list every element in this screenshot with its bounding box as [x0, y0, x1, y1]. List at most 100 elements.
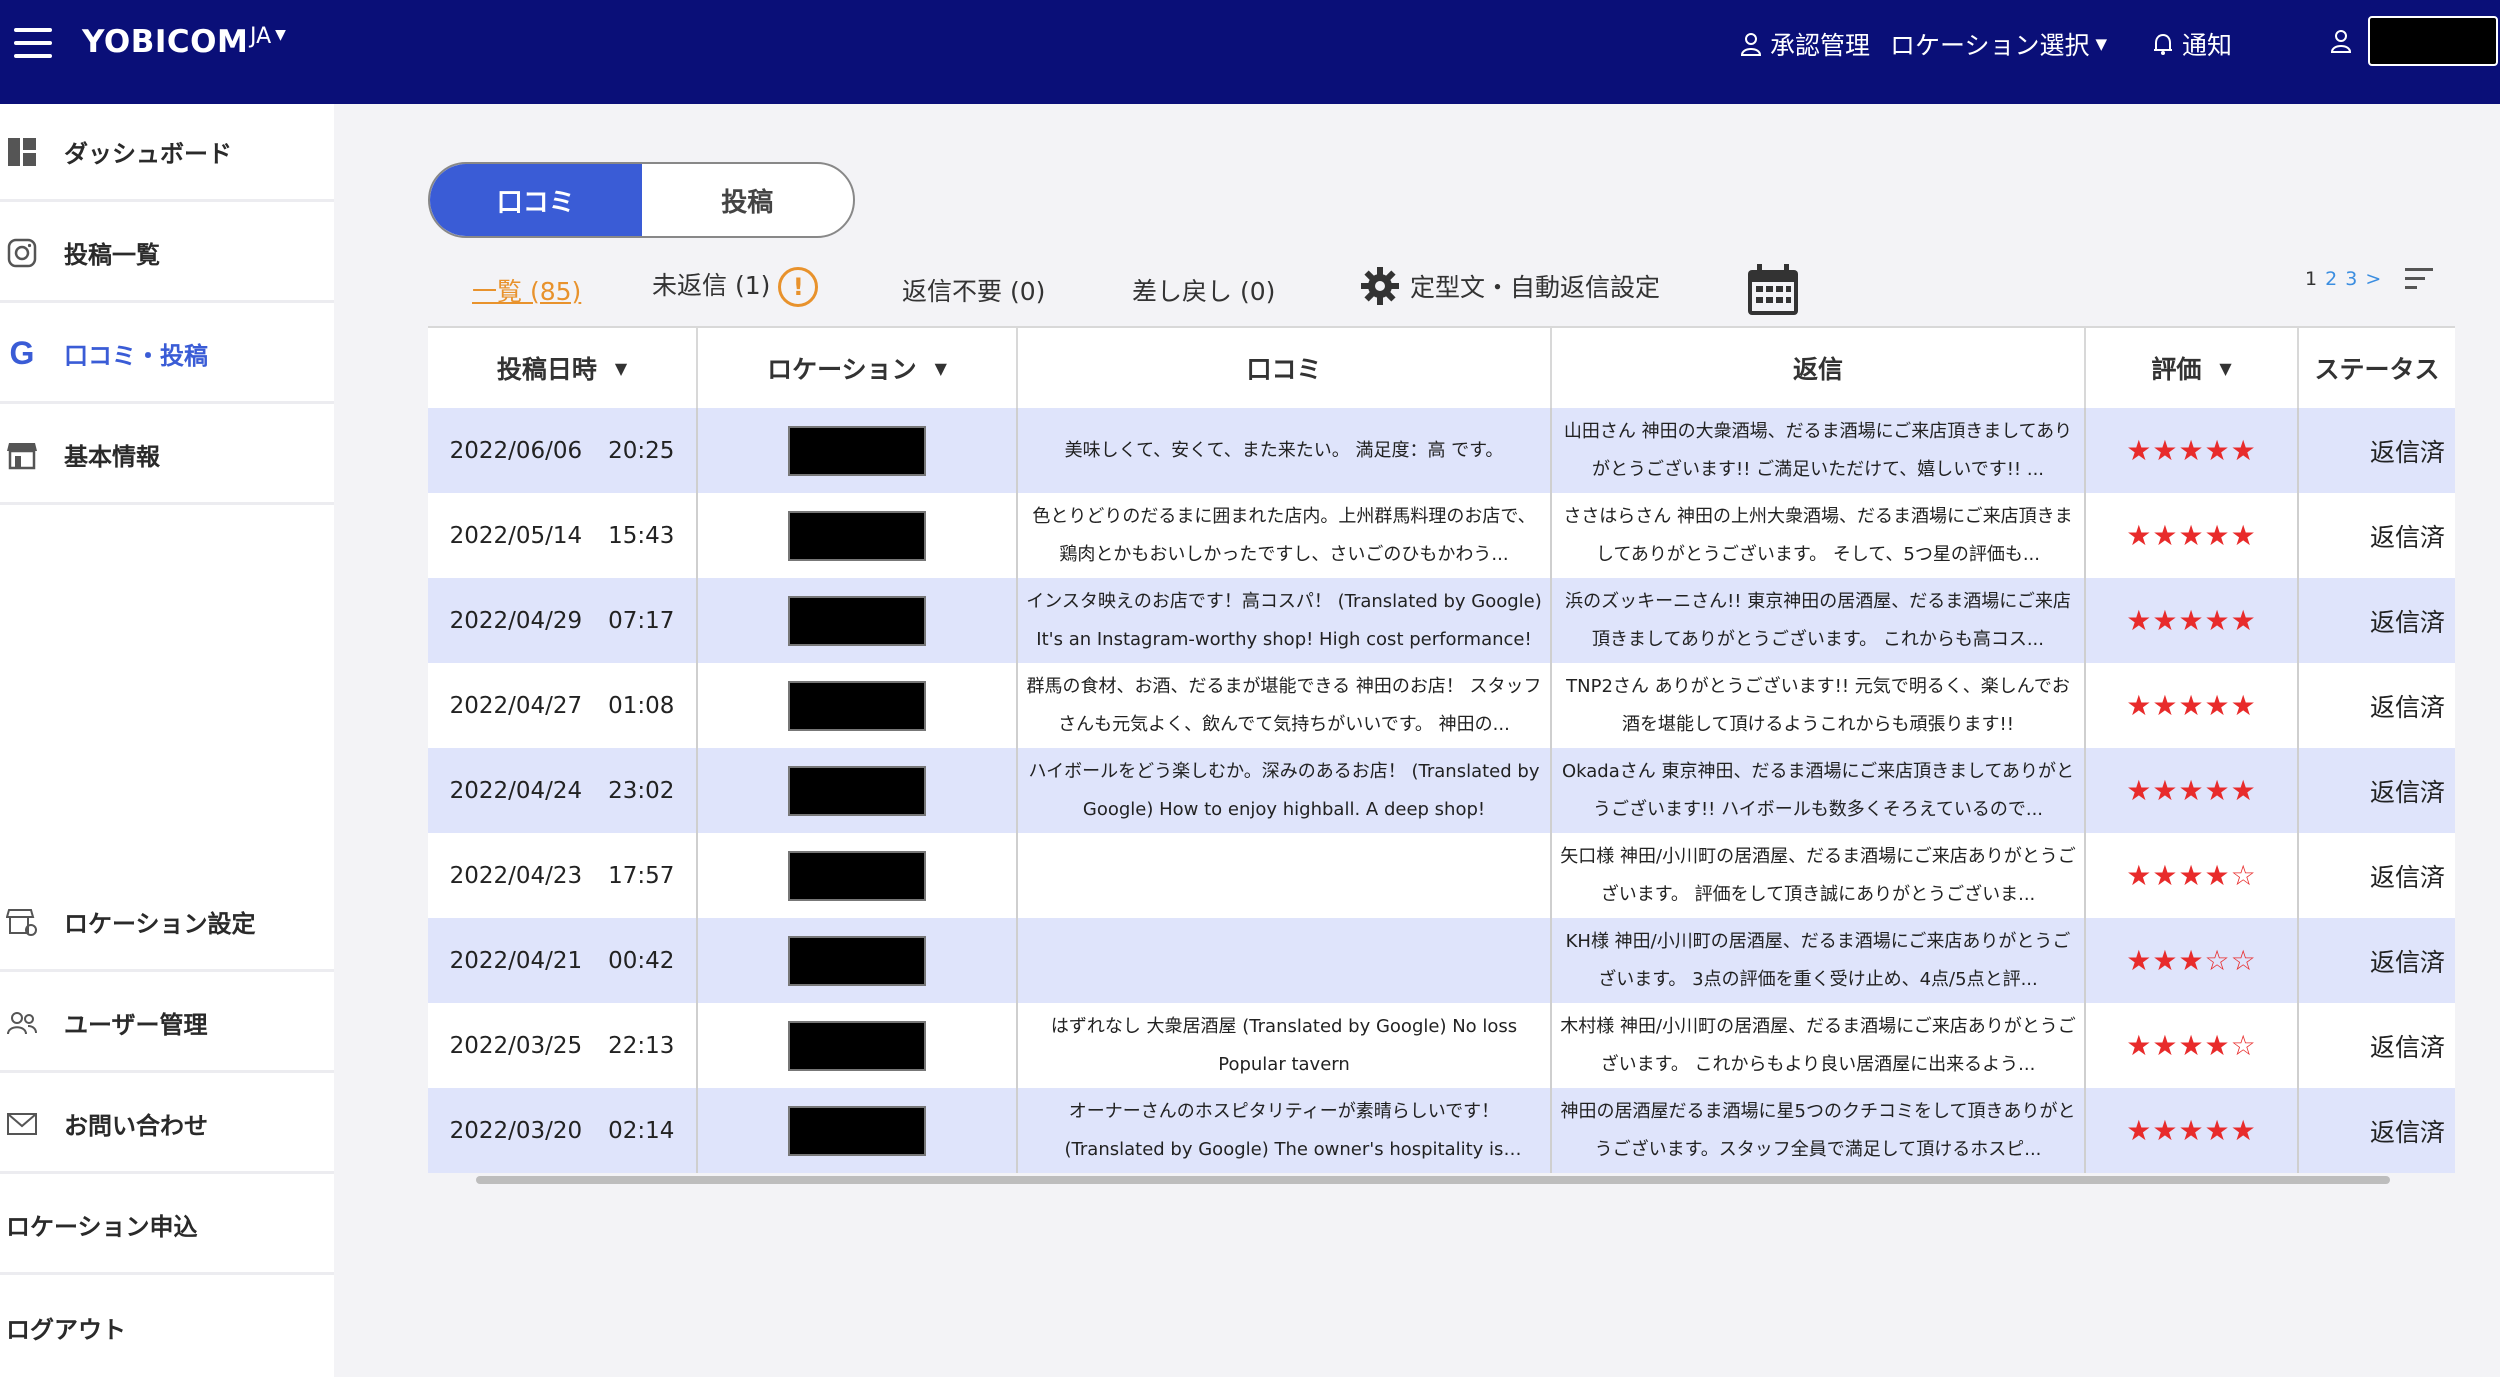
- rating-cell: ★★★★★: [2086, 493, 2299, 578]
- page-2[interactable]: 2: [2325, 268, 2337, 290]
- location-select-dropdown[interactable]: ロケーション選択 ▼: [1890, 26, 2107, 62]
- reply-cell: ささはらさん 神田の上州大衆酒場、だるま酒場にご来店頂きましてありがとうございま…: [1552, 493, 2086, 578]
- tab-no-reply-needed[interactable]: 返信不要 (0): [902, 272, 1045, 308]
- location-cell: [698, 918, 1018, 1003]
- reviews-table: 投稿日時 ▼ ロケーション ▼ 口コミ 返信 評価 ▼ ステータス 2022/06/0…: [428, 326, 2455, 1173]
- tab-unreplied[interactable]: 未返信 (1)!: [652, 266, 819, 307]
- sort-icon[interactable]: [2405, 268, 2435, 292]
- table-row[interactable]: 2022/04/27 01:08 群馬の食材、お酒、だるまが堪能できる 神田のお店…: [428, 663, 2455, 748]
- sort-down-icon: ▼: [614, 358, 628, 378]
- header-status: ステータス: [2314, 355, 2440, 384]
- users-icon: [4, 1005, 40, 1041]
- page-1[interactable]: 1: [2305, 268, 2317, 290]
- reply-text: KH様 神田/小川町の居酒屋、だるま酒場にご来店ありがとうございます。 3点の評…: [1565, 930, 2071, 990]
- star-rating: ★★★★★: [2126, 519, 2257, 552]
- location-cell: [698, 408, 1018, 493]
- language-label: JA: [250, 24, 272, 49]
- status-cell: 返信済: [2369, 1032, 2445, 1062]
- notifications-link[interactable]: 通知: [2152, 26, 2232, 62]
- page-3[interactable]: 3: [2345, 268, 2357, 290]
- rating-cell: ★★★★★: [2086, 663, 2299, 748]
- toggle-reviews[interactable]: 口コミ: [430, 164, 642, 236]
- date-cell: 2022/03/20 02:14: [428, 1088, 698, 1173]
- review-cell: 群馬の食材、お酒、だるまが堪能できる 神田のお店！ スタッフさんも元気よく、飲ん…: [1018, 663, 1552, 748]
- sidebar-item-reviews[interactable]: G 口コミ・投稿: [0, 306, 334, 404]
- caret-down-icon: ▼: [275, 27, 286, 43]
- review-text: インスタ映えのお店です！高コスパ！ (Translated by Google)…: [1026, 590, 1542, 650]
- date-cell: 2022/04/27 01:08: [428, 663, 698, 748]
- redacted-location: [788, 1020, 926, 1071]
- sidebar-item-location-application[interactable]: ロケーション申込: [0, 1177, 334, 1275]
- star-rating: ★★★★★: [2126, 774, 2257, 807]
- location-cell: [698, 663, 1018, 748]
- time: 23:02: [608, 777, 675, 804]
- sidebar-item-dashboard[interactable]: ダッシュボード: [0, 104, 334, 202]
- star-rating: ★★★★☆: [2126, 859, 2257, 892]
- review-cell: 美味しくて、安くて、また来たい。 満足度：高 です。: [1018, 408, 1552, 493]
- table-row[interactable]: 2022/03/25 22:13 はずれなし 大衆居酒屋 (Translated …: [428, 1003, 2455, 1088]
- star-rating: ★★★★★: [2126, 434, 2257, 467]
- sidebar-item-logout[interactable]: ログアウト: [0, 1278, 334, 1376]
- header-date[interactable]: 投稿日時 ▼: [428, 328, 698, 408]
- toggle-posts[interactable]: 投稿: [642, 164, 854, 236]
- language-selector[interactable]: JA ▼: [250, 24, 286, 49]
- location-cell: [698, 748, 1018, 833]
- table-row[interactable]: 2022/04/21 00:42 KH様 神田/小川町の居酒屋、だるま酒場にご来店…: [428, 918, 2455, 1003]
- table-row[interactable]: 2022/03/20 02:14 オーナーさんのホスピタリティーが素晴らしいです！…: [428, 1088, 2455, 1173]
- star-rating: ★★★★★: [2126, 1114, 2257, 1147]
- sidebar-item-label: ユーザー管理: [64, 1011, 208, 1039]
- review-cell: インスタ映えのお店です！高コスパ！ (Translated by Google)…: [1018, 578, 1552, 663]
- review-text: はずれなし 大衆居酒屋 (Translated by Google) No lo…: [1050, 1015, 1518, 1075]
- sidebar-item-posts[interactable]: 投稿一覧: [0, 205, 334, 303]
- sidebar-item-contact[interactable]: お問い合わせ: [0, 1076, 334, 1174]
- table-row[interactable]: 2022/06/06 20:25 美味しくて、安くて、また来たい。 満足度：高 で…: [428, 408, 2455, 493]
- status-cell: 返信済: [2369, 777, 2445, 807]
- sidebar-item-label: ロケーション設定: [64, 910, 256, 938]
- sidebar-item-label: 投稿一覧: [64, 241, 160, 269]
- reply-cell: 神田の居酒屋だるま酒場に星5つのクチコミをして頂きありがとうございます。スタッフ…: [1552, 1088, 2086, 1173]
- sidebar-item-user-management[interactable]: ユーザー管理: [0, 975, 334, 1073]
- status-cell: 返信済: [2369, 522, 2445, 552]
- pagination: 1 2 3 >: [2305, 268, 2381, 290]
- hamburger-menu-icon[interactable]: [14, 28, 52, 58]
- reply-cell: Okadaさん 東京神田、だるま酒場にご来店頂きましてありがとうございます!! …: [1552, 748, 2086, 833]
- mail-icon: [4, 1106, 40, 1142]
- time: 02:14: [608, 1117, 675, 1144]
- tab-returned[interactable]: 差し戻し (0): [1132, 272, 1275, 308]
- rating-cell: ★★★★☆: [2086, 833, 2299, 918]
- sidebar-item-basic-info[interactable]: 基本情報: [0, 407, 334, 505]
- redacted-location: [788, 510, 926, 561]
- header-date-label: 投稿日時: [496, 355, 597, 384]
- calendar-icon[interactable]: [1745, 262, 1801, 318]
- tab-all[interactable]: 一覧 (85): [472, 272, 581, 308]
- status-cell: 返信済: [2369, 692, 2445, 722]
- header-rating[interactable]: 評価 ▼: [2086, 328, 2299, 408]
- status-cell: 返信済: [2369, 1117, 2445, 1147]
- date: 2022/06/06: [449, 437, 583, 464]
- brand-logo[interactable]: YOBICOM: [82, 24, 248, 60]
- table-row[interactable]: 2022/04/24 23:02 ハイボールをどう楽しむか。深みのあるお店！ (T…: [428, 748, 2455, 833]
- horizontal-scrollbar[interactable]: [476, 1176, 2390, 1184]
- date: 2022/04/27: [449, 692, 583, 719]
- user-menu[interactable]: [2330, 16, 2498, 66]
- sidebar-item-location-settings[interactable]: ロケーション設定: [0, 874, 334, 972]
- header-location[interactable]: ロケーション ▼: [698, 328, 1018, 408]
- redacted-location: [788, 425, 926, 476]
- warning-icon: !: [778, 267, 819, 307]
- date-cell: 2022/04/21 00:42: [428, 918, 698, 1003]
- page-next[interactable]: >: [2365, 268, 2381, 290]
- rating-cell: ★★★☆☆: [2086, 918, 2299, 1003]
- sidebar: ダッシュボード 投稿一覧 G 口コミ・投稿 基本情報 ロケーション設定 ユーザー…: [0, 104, 334, 1377]
- approval-link[interactable]: 承認管理: [1740, 26, 1870, 62]
- table-row[interactable]: 2022/04/23 17:57 矢口様 神田/小川町の居酒屋、だるま酒場にご来店…: [428, 833, 2455, 918]
- auto-reply-settings-link[interactable]: 定型文・自動返信設定: [1360, 266, 1660, 306]
- table-row[interactable]: 2022/04/29 07:17 インスタ映えのお店です！高コスパ！ (Trans…: [428, 578, 2455, 663]
- redacted-location: [788, 680, 926, 731]
- status-cell: 返信済: [2369, 607, 2445, 637]
- reply-cell: 浜のズッキーニさん!! 東京神田の居酒屋、だるま酒場にご来店頂きましてありがとう…: [1552, 578, 2086, 663]
- instagram-icon: [4, 235, 40, 271]
- date-cell: 2022/04/29 07:17: [428, 578, 698, 663]
- person-icon: [1740, 33, 1762, 56]
- table-row[interactable]: 2022/05/14 15:43 色とりどりのだるまに囲まれた店内。上州群馬料理の…: [428, 493, 2455, 578]
- notifications-label: 通知: [2182, 31, 2233, 60]
